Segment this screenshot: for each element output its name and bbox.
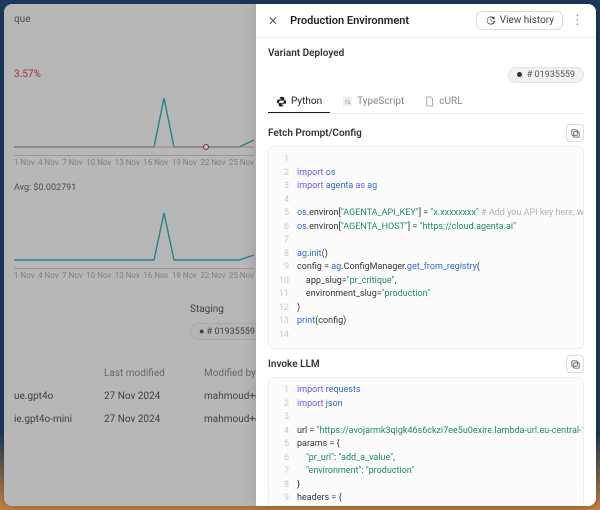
deployed-variant-chip[interactable]: # 01935559 bbox=[508, 67, 584, 83]
more-icon[interactable]: ⋮ bbox=[569, 11, 586, 30]
drawer-title: Production Environment bbox=[290, 14, 409, 27]
invoke-llm-title: Invoke LLM bbox=[268, 359, 320, 370]
python-icon bbox=[276, 96, 287, 107]
tab-python[interactable]: Python bbox=[268, 91, 330, 113]
view-history-button[interactable]: View history bbox=[476, 11, 563, 30]
history-icon bbox=[485, 15, 496, 26]
copy-icon bbox=[570, 359, 581, 370]
env-drawer: ✕ Production Environment View history ⋮ … bbox=[256, 4, 596, 506]
close-icon[interactable]: ✕ bbox=[266, 12, 280, 30]
copy-icon bbox=[570, 128, 581, 139]
tab-curl[interactable]: cURL bbox=[416, 91, 470, 113]
code-block-fetch[interactable]: 12import os3import agenta as ag45os.envi… bbox=[268, 146, 584, 349]
drawer-header: ✕ Production Environment View history ⋮ bbox=[256, 4, 596, 38]
file-icon bbox=[424, 96, 435, 107]
svg-text:TS: TS bbox=[345, 100, 351, 106]
typescript-icon: TS bbox=[342, 96, 353, 107]
tab-typescript[interactable]: TS TypeScript bbox=[334, 91, 412, 113]
copy-button[interactable] bbox=[566, 355, 584, 373]
copy-button[interactable] bbox=[566, 124, 584, 142]
fetch-config-title: Fetch Prompt/Config bbox=[268, 128, 362, 139]
lang-tabs: Python TS TypeScript cURL bbox=[268, 91, 584, 114]
code-block-invoke[interactable]: 1import requests2import json34url = "htt… bbox=[268, 377, 584, 506]
variant-deployed-label: Variant Deployed bbox=[268, 48, 584, 59]
